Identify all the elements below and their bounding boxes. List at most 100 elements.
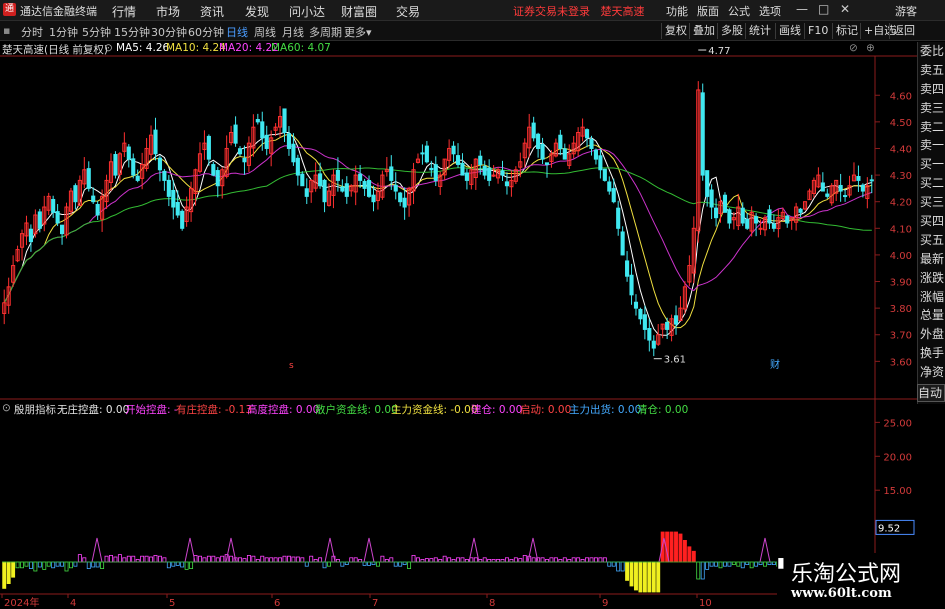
- panel-item-sell2[interactable]: 卖二: [918, 118, 945, 137]
- candle-body: [95, 203, 100, 216]
- ind-item-zhuang: 有庄控盘: -0.13: [176, 404, 253, 416]
- candle-body: [642, 314, 647, 330]
- indicator-bar: [184, 561, 189, 570]
- indicator-bar: [86, 561, 91, 569]
- candle-body: [464, 172, 469, 181]
- indicator-bar: [456, 557, 460, 563]
- indicator-peak: [324, 537, 336, 563]
- indicator-bar: [727, 561, 732, 567]
- indicator-bar: [469, 557, 474, 563]
- candle-body: [211, 164, 216, 176]
- panel-item-weibi[interactable]: 委比: [918, 42, 945, 61]
- indicator-bar: [482, 557, 487, 563]
- indicator-bar: [407, 561, 412, 569]
- price-axis: 4.60 4.50 4.40 4.30 4.20 4.10 4.00 3.90 3.80 3.70…: [875, 91, 912, 368]
- indicator-bar: [6, 561, 11, 585]
- indicator-bar: [718, 561, 723, 569]
- indicator-bar: [131, 555, 136, 563]
- candle-body: [304, 188, 309, 197]
- candle-body: [455, 155, 461, 165]
- candle-body: [598, 155, 603, 171]
- panel-item-buy1[interactable]: 买一: [918, 155, 945, 174]
- panel-item-outer[interactable]: 外盘: [918, 325, 945, 344]
- indicator-peak: [184, 537, 196, 563]
- indicator-bar: [687, 546, 692, 563]
- indicator-bar: [220, 555, 225, 563]
- indicator-bar: [576, 557, 581, 563]
- indicator-bar: [287, 555, 291, 563]
- kline-chart[interactable]: 4.60 4.50 4.40 4.30 4.20 4.10 4.00 3.90 3.80 3.70…: [0, 0, 945, 609]
- indicator-bar: [398, 561, 403, 567]
- candle-body: [371, 194, 376, 203]
- candle-body: [540, 144, 545, 160]
- candle-body: [393, 184, 398, 192]
- panel-item-sell4[interactable]: 卖四: [918, 80, 945, 99]
- candle-body: [264, 134, 269, 149]
- candle-body: [424, 145, 429, 163]
- panel-item-buy5[interactable]: 买五: [918, 231, 945, 250]
- candle-body: [620, 231, 625, 256]
- price-tick-label: 3.70: [890, 331, 912, 342]
- indicator-bar: [714, 561, 719, 567]
- time-tick-label: 4: [70, 598, 76, 609]
- ind-item-high: 高度控盘: 0.00: [247, 404, 320, 416]
- indicator-bar: [51, 561, 56, 569]
- candle-body: [344, 183, 349, 197]
- panel-item-netasset[interactable]: 净资: [918, 363, 945, 382]
- indicator-bar: [260, 555, 265, 563]
- indicator-bar: [189, 561, 194, 569]
- candle-body: [37, 211, 42, 229]
- indicator-bar: [20, 561, 24, 569]
- indicator-bar: [634, 561, 638, 591]
- indicator-bar: [91, 561, 96, 568]
- candle-body: [633, 301, 639, 309]
- indicator-bar: [700, 561, 705, 580]
- indicator-bar: [269, 557, 274, 563]
- panel-item-volume[interactable]: 总量: [918, 306, 945, 325]
- panel-item-sell1[interactable]: 卖一: [918, 136, 945, 155]
- indicator-bar: [64, 561, 69, 572]
- indicator-bar: [642, 561, 647, 593]
- indicator-bar: [322, 561, 327, 569]
- panel-item-buy3[interactable]: 买三: [918, 193, 945, 212]
- indicator-bar: [238, 557, 242, 563]
- panel-item-turnover[interactable]: 换手: [918, 344, 945, 363]
- indicator-bar: [11, 561, 16, 578]
- indicator-bar: [611, 561, 616, 567]
- indicator-settings-icon[interactable]: ⊙: [2, 402, 11, 414]
- indicator-bar: [696, 561, 701, 580]
- panel-item-buy2[interactable]: 买二: [918, 174, 945, 193]
- indicator-bar: [95, 561, 100, 568]
- candle-body: [451, 145, 456, 155]
- time-tick-label: 9: [602, 598, 608, 609]
- candle-body: [558, 134, 563, 149]
- indicator-bar: [166, 561, 171, 569]
- candle-body: [233, 124, 238, 144]
- ind-item-start: 开始控盘: -: [125, 404, 178, 416]
- candle-body: [616, 207, 621, 229]
- panel-item-sell5[interactable]: 卖五: [918, 61, 945, 80]
- candle-body: [51, 198, 56, 213]
- auto-select-button[interactable]: 自动: [917, 384, 945, 402]
- quote-side-panel: 委比 卖五 卖四 卖三 卖二 卖一 买一 买二 买三 买四 买五 最新 涨跌 涨…: [917, 42, 945, 404]
- panel-item-change-pct[interactable]: 涨幅: [918, 288, 945, 307]
- indicator-bar: [660, 531, 665, 563]
- candle-body: [131, 158, 136, 176]
- panel-item-buy4[interactable]: 买四: [918, 212, 945, 231]
- panel-item-change[interactable]: 涨跌: [918, 269, 945, 288]
- indicator-peak: [91, 537, 103, 563]
- indicator-peak: [225, 537, 237, 563]
- panel-item-latest[interactable]: 最新: [918, 250, 945, 269]
- indicator-bar: [2, 561, 7, 589]
- panel-item-sell3[interactable]: 卖三: [918, 99, 945, 118]
- candle-body: [705, 170, 710, 197]
- candle-body: [433, 164, 438, 181]
- indicator-bar: [126, 555, 131, 563]
- candle-body: [767, 209, 772, 224]
- indicator-bar: [318, 557, 323, 563]
- indicator-name[interactable]: 殷朋指标: [14, 402, 56, 417]
- candle-body: [820, 182, 825, 192]
- candle-body: [180, 210, 185, 229]
- indicator-bar: [589, 557, 594, 563]
- time-tick-label: 5: [169, 598, 175, 609]
